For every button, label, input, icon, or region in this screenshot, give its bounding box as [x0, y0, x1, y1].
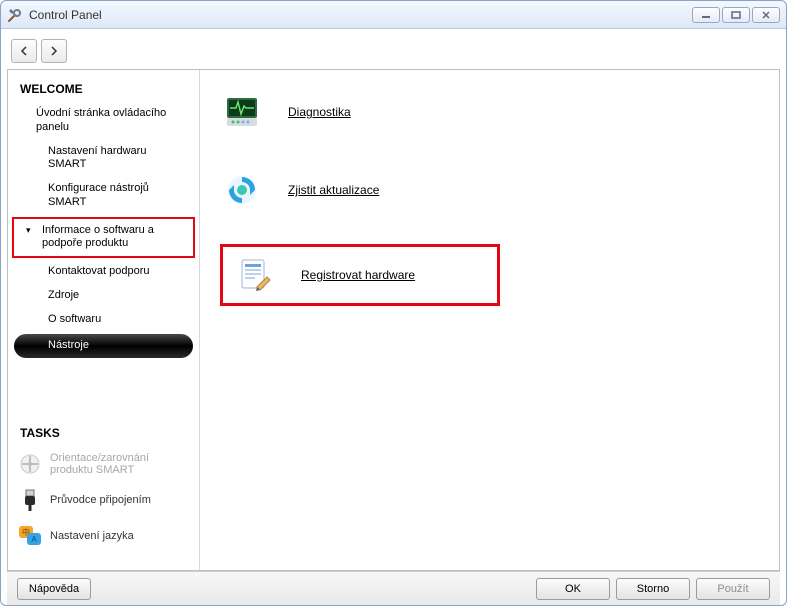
refresh-update-icon: [224, 172, 260, 208]
task-connection-wizard[interactable]: Průvodce připojením: [8, 482, 199, 518]
row-register-hardware: Registrovat hardware: [220, 244, 500, 306]
task-label: Orientace/zarovnání produktu SMART: [50, 452, 189, 476]
maximize-button[interactable]: [722, 7, 750, 23]
sidebar-item-tool-config[interactable]: Konfigurace nástrojů SMART: [8, 177, 199, 215]
usb-plug-icon: [18, 488, 42, 512]
nav-forward-button[interactable]: [41, 39, 67, 63]
task-label: Nastavení jazyka: [50, 530, 134, 542]
sidebar: WELCOME Úvodní stránka ovládacího panelu…: [8, 70, 200, 570]
sidebar-item-resources[interactable]: Zdroje: [8, 284, 199, 308]
apply-button[interactable]: Použít: [696, 578, 770, 600]
crosshair-icon: [18, 452, 42, 476]
sidebar-item-home[interactable]: Úvodní stránka ovládacího panelu: [8, 102, 199, 140]
link-register-hardware[interactable]: Registrovat hardware: [301, 268, 415, 282]
register-form-icon: [237, 257, 273, 293]
dialog-footer: Nápověda OK Storno Použít: [7, 571, 780, 605]
task-language-settings[interactable]: 中 A Nastavení jazyka: [8, 518, 199, 554]
content-area: WELCOME Úvodní stránka ovládacího panelu…: [7, 69, 780, 571]
sidebar-item-about[interactable]: O softwaru: [8, 308, 199, 332]
app-tools-icon: [7, 7, 23, 23]
language-icon: 中 A: [18, 524, 42, 548]
link-diagnostics[interactable]: Diagnostika: [288, 105, 351, 119]
svg-text:A: A: [31, 535, 37, 544]
task-label: Průvodce připojením: [50, 494, 151, 506]
help-button[interactable]: Nápověda: [17, 578, 91, 600]
control-panel-window: Control Panel WELCOME Úvodní stránka ovl…: [0, 0, 787, 606]
link-check-updates[interactable]: Zjistit aktualizace: [288, 183, 379, 197]
sidebar-item-tools[interactable]: Nástroje: [14, 334, 193, 358]
task-orient-align: Orientace/zarovnání produktu SMART: [8, 446, 199, 482]
row-updates: Zjistit aktualizace: [220, 166, 759, 214]
window-title: Control Panel: [29, 8, 102, 22]
minimize-button[interactable]: [692, 7, 720, 23]
welcome-heading: WELCOME: [8, 78, 199, 102]
ok-button[interactable]: OK: [536, 578, 610, 600]
sidebar-item-contact-support[interactable]: Kontaktovat podporu: [8, 260, 199, 284]
nav-toolbar: [7, 35, 780, 69]
close-button[interactable]: [752, 7, 780, 23]
nav-back-button[interactable]: [11, 39, 37, 63]
main-panel: Diagnostika Zjistit aktualizace: [200, 70, 779, 570]
cancel-button[interactable]: Storno: [616, 578, 690, 600]
titlebar: Control Panel: [1, 1, 786, 29]
diagnostics-icon: [224, 94, 260, 130]
sidebar-item-hw-settings[interactable]: Nastavení hardwaru SMART: [8, 140, 199, 178]
tasks-heading: TASKS: [8, 422, 199, 446]
row-diagnostics: Diagnostika: [220, 88, 759, 136]
sidebar-item-software-support[interactable]: Informace o softwaru a podpoře produktu: [12, 217, 195, 259]
